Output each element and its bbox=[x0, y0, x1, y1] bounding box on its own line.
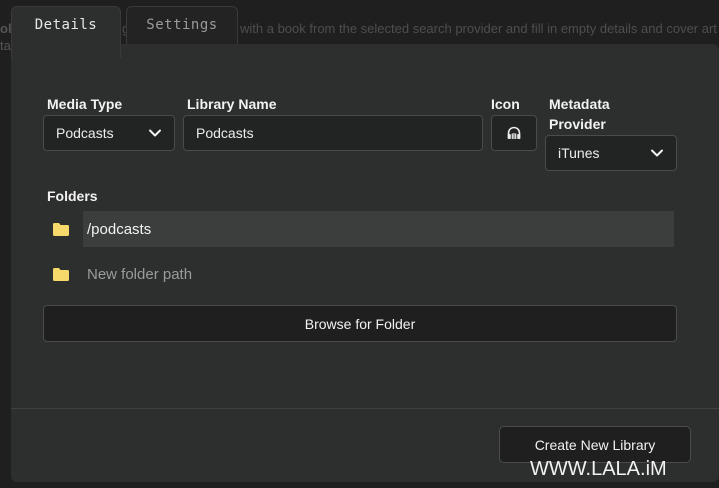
folder-icon bbox=[53, 267, 69, 281]
media-type-select[interactable]: Podcasts bbox=[43, 115, 175, 151]
folder-icon bbox=[53, 222, 69, 236]
media-type-label: Media Type bbox=[47, 96, 123, 112]
folder-path[interactable]: /podcasts bbox=[83, 211, 674, 247]
footer-divider bbox=[11, 408, 719, 409]
create-new-library-label: Create New Library bbox=[534, 436, 656, 453]
modal-stage: ok g with a book from the selected searc… bbox=[0, 0, 719, 488]
background-text-line-2: ta bbox=[0, 38, 11, 53]
browse-for-folder-label: Browse for Folder bbox=[304, 315, 416, 332]
tab-settings[interactable]: Settings bbox=[126, 6, 238, 46]
podcast-icon bbox=[506, 125, 522, 141]
metadata-provider-select[interactable]: iTunes bbox=[545, 135, 677, 171]
icon-picker-button[interactable] bbox=[491, 115, 537, 151]
new-folder-row[interactable]: New folder path bbox=[47, 256, 192, 292]
folders-label: Folders bbox=[47, 188, 98, 204]
library-name-label: Library Name bbox=[187, 96, 277, 112]
watermark: WWW.LALA.iM bbox=[530, 458, 667, 480]
background-text-line: with a book from the selected search pro… bbox=[240, 21, 717, 36]
tab-details-label: Details bbox=[34, 17, 98, 33]
browse-for-folder-button[interactable]: Browse for Folder bbox=[43, 305, 677, 342]
library-name-input[interactable]: Podcasts bbox=[183, 115, 483, 151]
chevron-down-icon bbox=[650, 146, 664, 160]
folder-list-item[interactable]: /podcasts bbox=[47, 211, 674, 247]
icon-label: Icon bbox=[491, 96, 520, 112]
tab-details[interactable]: Details bbox=[11, 6, 121, 58]
library-details-card: Media Type Podcasts Library Name Podcast… bbox=[11, 44, 719, 482]
metadata-provider-value: iTunes bbox=[558, 145, 600, 161]
media-type-value: Podcasts bbox=[56, 125, 114, 141]
metadata-provider-label: Metadata Provider bbox=[549, 96, 610, 132]
chevron-down-icon bbox=[148, 126, 162, 140]
new-folder-path-input[interactable]: New folder path bbox=[83, 266, 192, 283]
library-name-value: Podcasts bbox=[196, 125, 254, 141]
tab-settings-label: Settings bbox=[146, 17, 218, 33]
